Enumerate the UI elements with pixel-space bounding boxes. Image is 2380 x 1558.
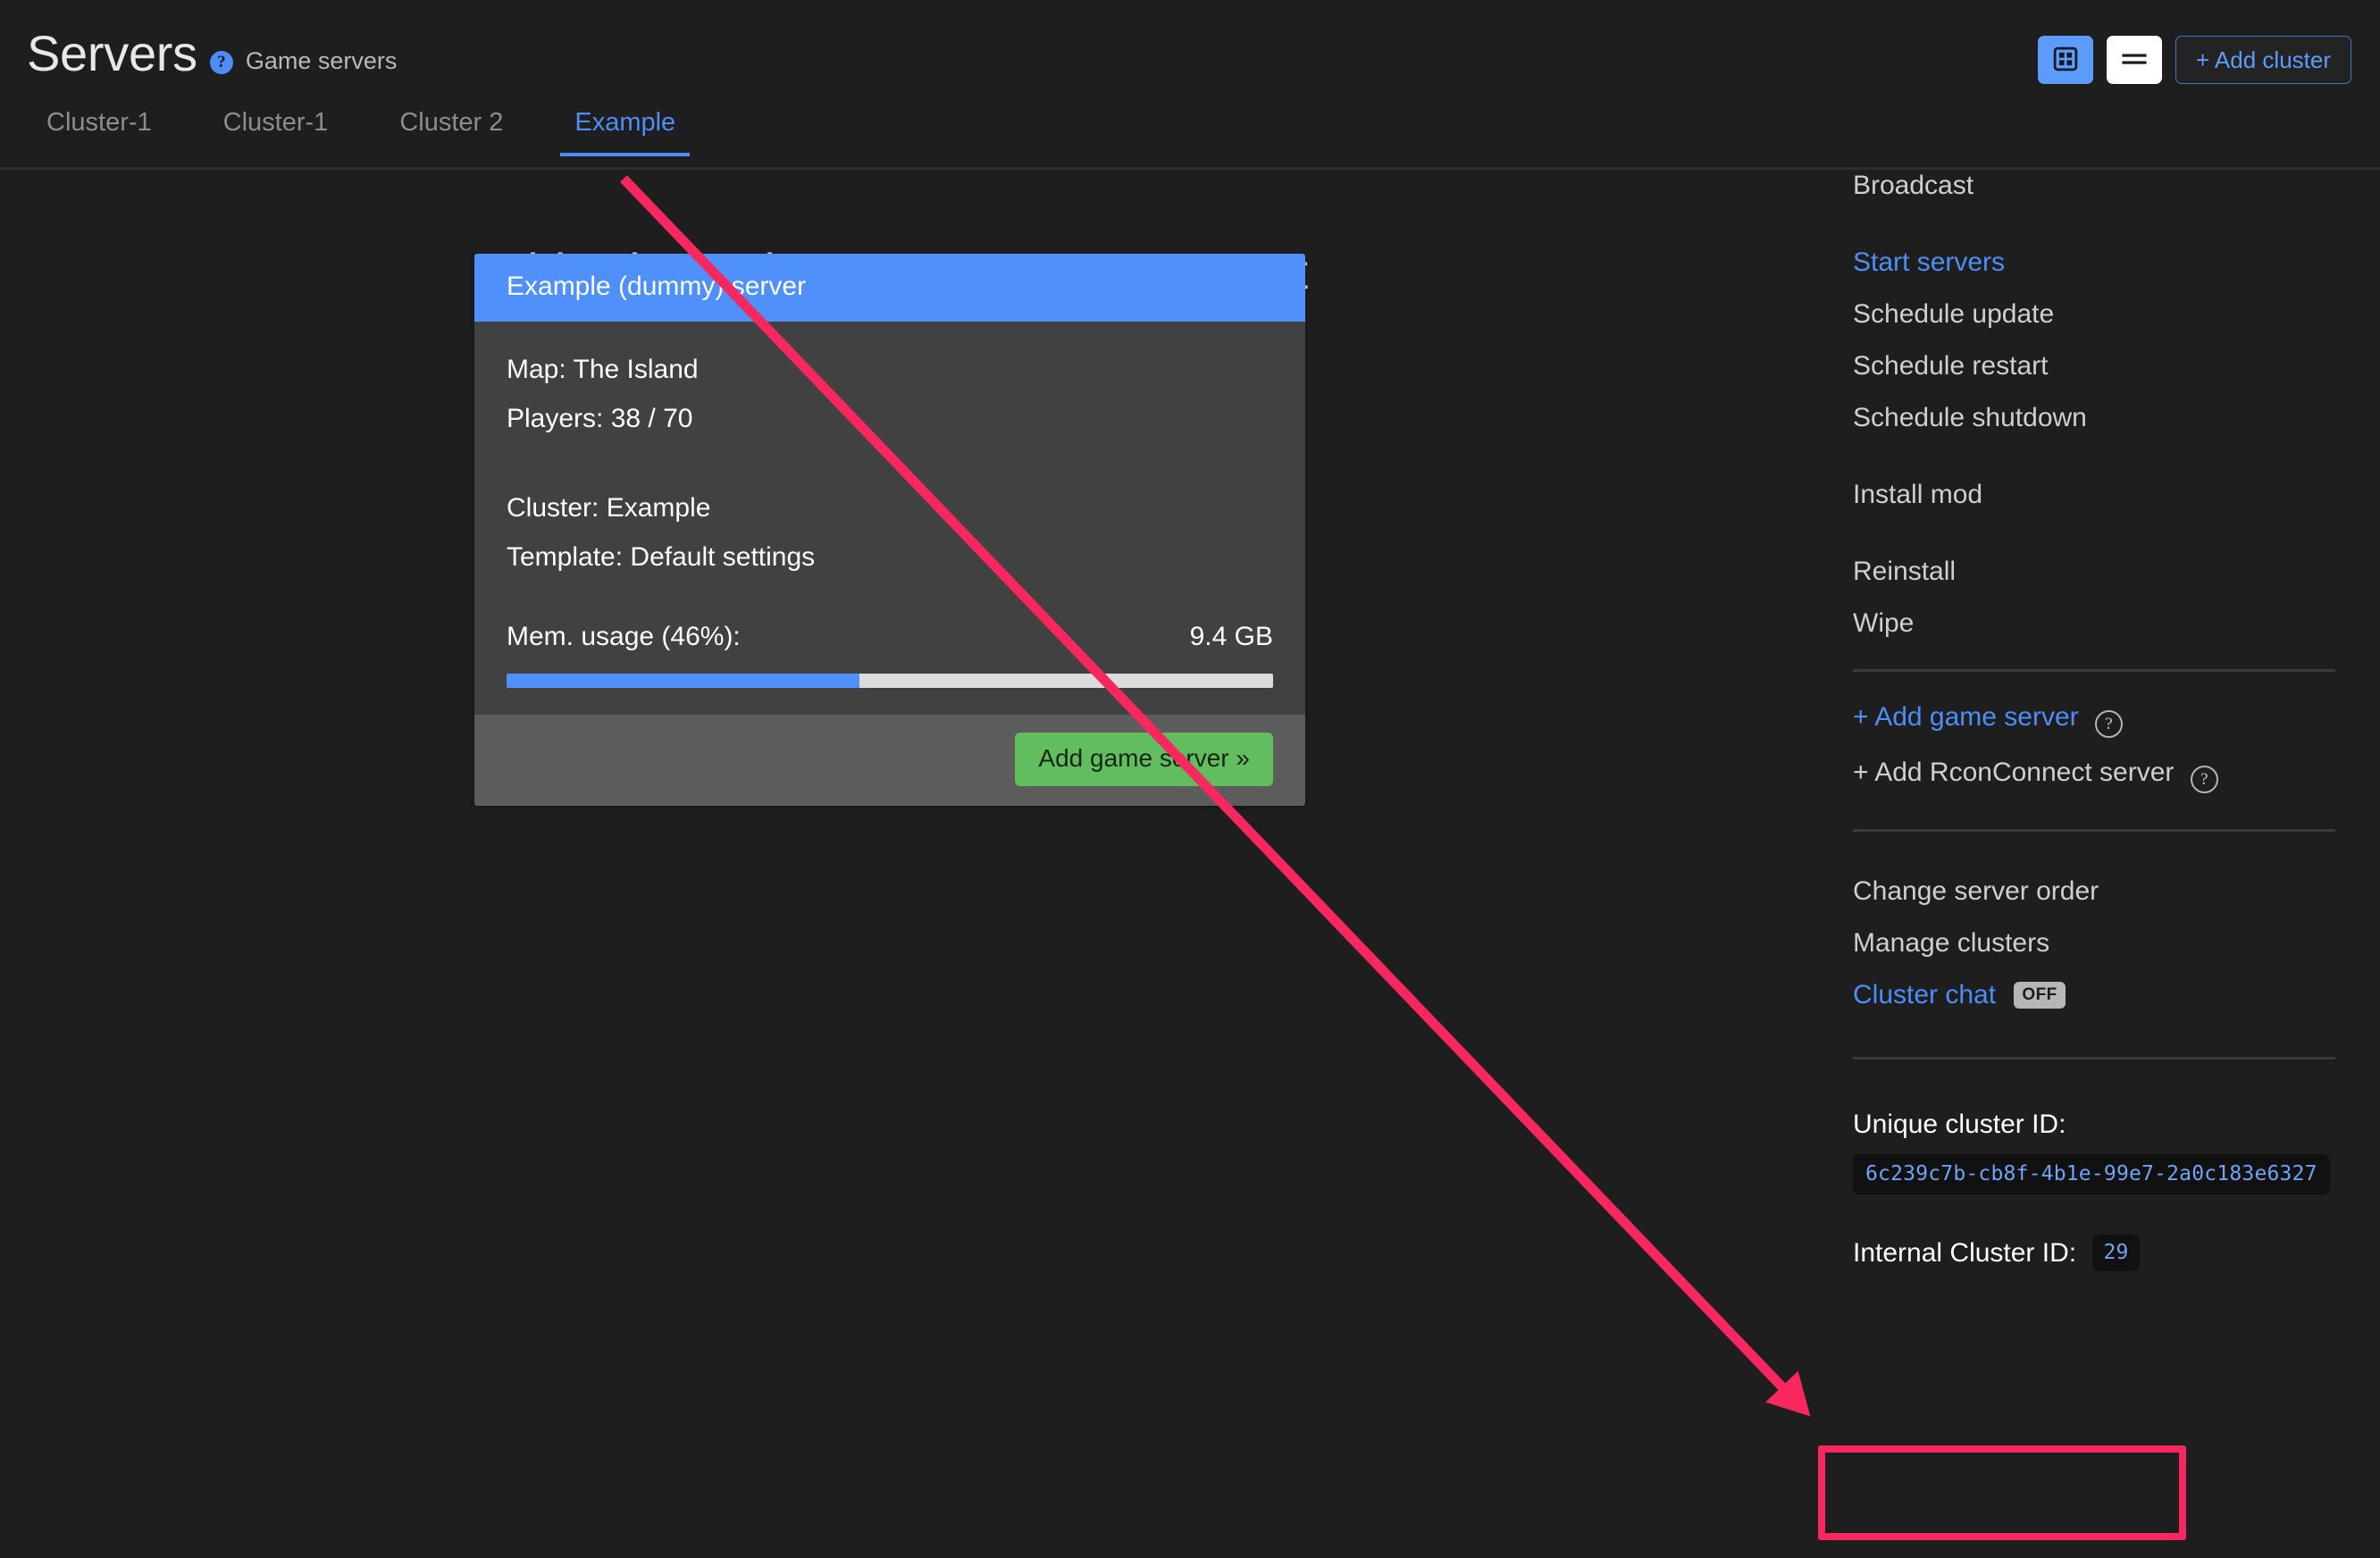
internal-cluster-id-label: Internal Cluster ID: — [1853, 1238, 2077, 1268]
server-map-line: Map: The Island — [507, 355, 699, 384]
title-block: Servers ? Game servers — [27, 29, 397, 79]
memory-usage-label: Mem. usage (46%): — [507, 622, 741, 651]
server-card[interactable]: Example (dummy) server Map: The Island P… — [474, 254, 1305, 806]
add-rconconnect-label: + Add RconConnect server — [1853, 758, 2175, 787]
server-card-header: Example (dummy) server — [474, 254, 1305, 322]
list-view-icon — [2120, 47, 2149, 73]
sidebar-item-schedule-shutdown[interactable]: Schedule shutdown — [1853, 405, 2353, 431]
memory-progress-fill — [507, 674, 859, 688]
cluster-tabs: Cluster-1 Cluster-1 Cluster 2 Example — [0, 107, 2380, 170]
sidebar-item-install-mod[interactable]: Install mod — [1853, 482, 2353, 508]
internal-cluster-id-row: Internal Cluster ID: 29 — [1853, 1235, 2353, 1274]
sidebar-item-start-servers[interactable]: Start servers — [1853, 249, 2353, 276]
sidebar-item-cluster-chat[interactable]: Cluster chat OFF — [1853, 982, 2353, 1012]
add-game-server-help-icon[interactable]: ? — [2095, 710, 2123, 738]
sidebar-item-broadcast[interactable]: Broadcast — [1853, 172, 2353, 199]
add-cluster-button[interactable]: + Add cluster — [2175, 36, 2351, 84]
page-header: Servers ? Game servers + Add cluster — [0, 0, 2380, 116]
sidebar-item-manage-clusters[interactable]: Manage clusters — [1853, 930, 2353, 957]
server-template-line: Template: Default settings — [507, 541, 816, 572]
card-spacer — [507, 449, 1273, 490]
server-card-footer: Add game server » — [474, 715, 1305, 806]
tab-example[interactable]: Example — [560, 108, 691, 156]
help-circle-icon[interactable]: ? — [209, 50, 233, 74]
internal-cluster-id-value[interactable]: 29 — [2092, 1235, 2140, 1271]
memory-progress-bar — [507, 674, 1273, 688]
unique-cluster-id-label: Unique cluster ID: — [1853, 1110, 2066, 1139]
tab-cluster-1-a[interactable]: Cluster-1 — [32, 108, 166, 156]
server-card-body: Map: The Island Players: 38 / 70 Cluster… — [474, 322, 1305, 715]
sidebar-divider-3 — [1853, 1057, 2335, 1060]
grid-view-icon — [2052, 46, 2079, 75]
unique-cluster-id-value[interactable]: 6c239c7b-cb8f-4b1e-99e7-2a0c183e6327 — [1853, 1154, 2330, 1194]
page-title: Servers — [27, 25, 197, 81]
list-view-button[interactable] — [2106, 36, 2162, 84]
server-players-line: Players: 38 / 70 — [507, 403, 693, 433]
sidebar-item-add-game-server[interactable]: + Add game server ? — [1853, 702, 2353, 738]
page-subtitle: Game servers — [245, 47, 398, 74]
sidebar-divider-2 — [1853, 829, 2335, 832]
tab-cluster-1-b[interactable]: Cluster-1 — [209, 108, 343, 156]
sidebar-item-schedule-update[interactable]: Schedule update — [1853, 301, 2353, 328]
header-actions: + Add cluster — [2037, 36, 2351, 84]
server-cluster-line: Cluster: Example — [507, 493, 711, 523]
cluster-chat-status-badge: OFF — [2014, 982, 2066, 1009]
sidebar-item-reinstall[interactable]: Reinstall — [1853, 558, 2353, 585]
sidebar-item-schedule-restart[interactable]: Schedule restart — [1853, 353, 2353, 380]
sidebar-item-wipe[interactable]: Wipe — [1853, 610, 2353, 637]
annotation-highlight-box — [1818, 1445, 2186, 1540]
actions-sidebar: Broadcast Start servers Schedule update … — [1853, 172, 2353, 1274]
sidebar-divider-1 — [1853, 669, 2335, 672]
sidebar-item-add-rconconnect-server[interactable]: + Add RconConnect server ? — [1853, 758, 2353, 793]
sidebar-item-change-server-order[interactable]: Change server order — [1853, 878, 2353, 905]
memory-usage-row: Mem. usage (46%): 9.4 GB — [507, 622, 1273, 652]
grid-view-button[interactable] — [2037, 36, 2093, 84]
memory-usage-value: 9.4 GB — [1189, 622, 1273, 651]
add-game-server-label: + Add game server — [1853, 702, 2079, 732]
add-game-server-card-button[interactable]: Add game server » — [1015, 733, 1273, 786]
add-rconconnect-help-icon[interactable]: ? — [2190, 766, 2218, 793]
tab-cluster-2[interactable]: Cluster 2 — [385, 108, 517, 156]
cluster-chat-label: Cluster chat — [1853, 980, 1997, 1009]
